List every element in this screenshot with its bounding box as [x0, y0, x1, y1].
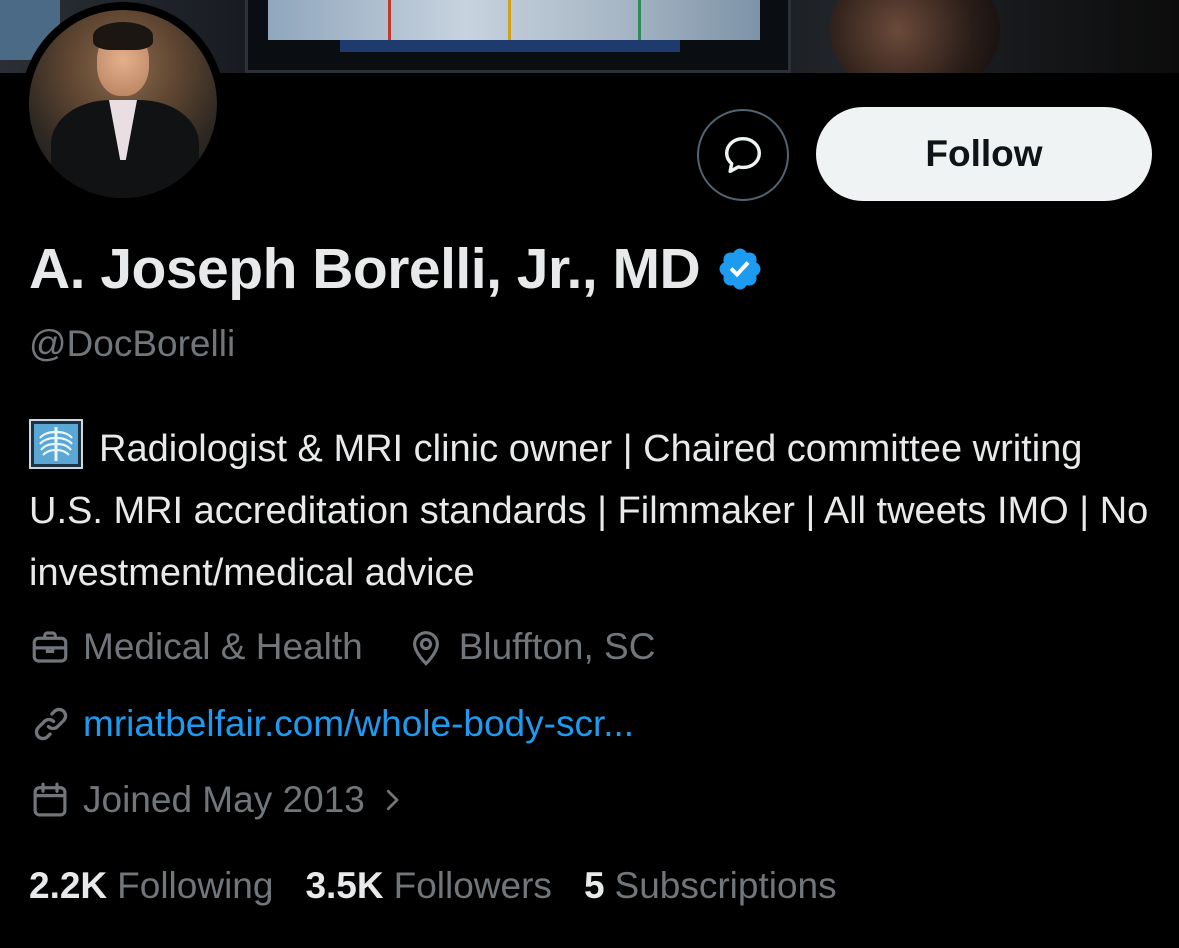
website-link[interactable]: mriatbelfair.com/whole-body-scr...: [83, 703, 634, 745]
location-item: Bluffton, SC: [405, 626, 656, 668]
profile-meta: Medical & Health Bluffton, SC: [29, 626, 655, 668]
following-label: Following: [117, 865, 274, 906]
following-count: 2.2K: [29, 865, 108, 906]
message-button[interactable]: [697, 109, 789, 201]
x-ray-icon: [29, 419, 83, 469]
banner-screen-bar: [340, 40, 680, 52]
location-pin-icon: [412, 631, 439, 666]
avatar-photo: [29, 10, 217, 198]
verified-badge-icon[interactable]: [716, 245, 764, 293]
chevron-right-icon: [386, 789, 399, 811]
bio: Radiologist & MRI clinic owner | Chaired…: [29, 418, 1159, 604]
banner-mri-screen: [268, 0, 760, 40]
bio-text: Radiologist & MRI clinic owner | Chaired…: [29, 428, 1149, 594]
display-name: A. Joseph Borelli, Jr., MD: [29, 237, 701, 301]
subscriptions-label: Subscriptions: [614, 865, 837, 906]
stats-row: 2.2K Following 3.5K Followers 5 Subscriptio…: [29, 865, 869, 907]
calendar-icon: [33, 782, 67, 817]
category-item: Medical & Health: [29, 626, 363, 668]
link-icon: [34, 707, 68, 741]
followers-count: 3.5K: [305, 865, 384, 906]
category-label: Medical & Health: [83, 626, 363, 667]
website-row[interactable]: mriatbelfair.com/whole-body-scr...: [29, 702, 634, 746]
subscriptions-count: 5: [583, 865, 605, 906]
message-icon: [724, 136, 762, 174]
following-stat[interactable]: 2.2K Following: [29, 865, 273, 907]
followers-stat[interactable]: 3.5K Followers: [305, 865, 551, 907]
joined-row[interactable]: Joined May 2013: [29, 779, 407, 821]
follow-button[interactable]: Follow: [816, 107, 1152, 201]
name-row: A. Joseph Borelli, Jr., MD: [29, 236, 764, 302]
avatar[interactable]: [21, 2, 225, 206]
followers-label: Followers: [393, 865, 552, 906]
subscriptions-stat[interactable]: 5 Subscriptions: [584, 865, 837, 907]
handle: @DocBorelli: [29, 323, 236, 364]
location-label: Bluffton, SC: [458, 626, 656, 667]
banner-person: [830, 0, 1000, 73]
joined-label: Joined May 2013: [83, 779, 365, 820]
briefcase-icon: [32, 631, 68, 663]
